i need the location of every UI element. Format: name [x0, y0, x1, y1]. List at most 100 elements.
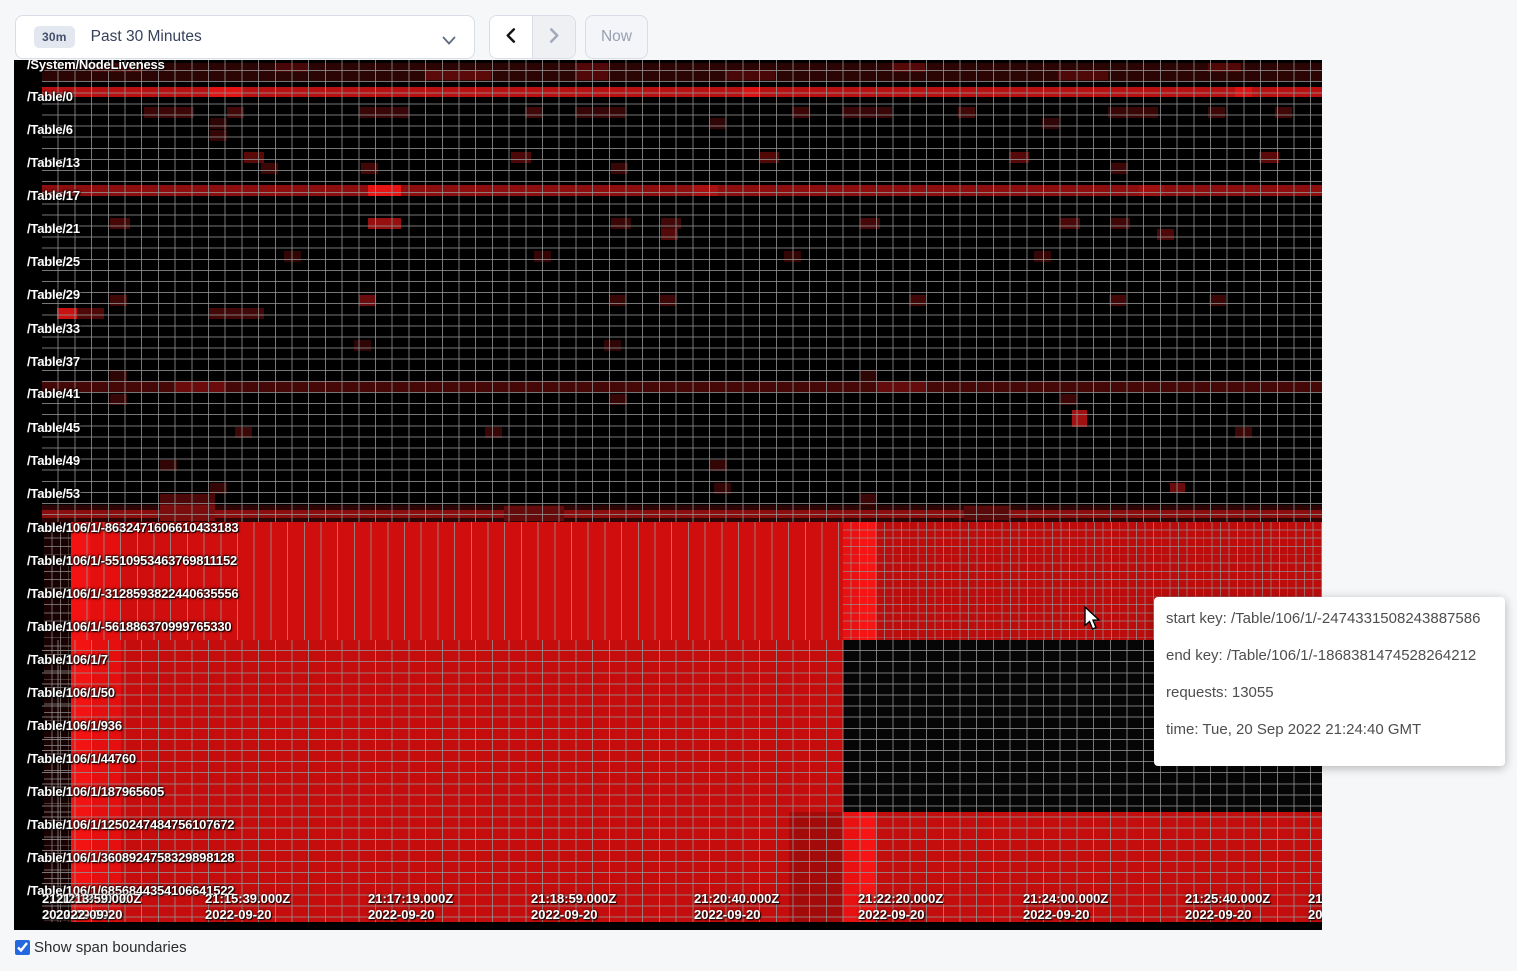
heatmap-cell: [425, 70, 491, 80]
row-label: /Table/106/1/187965605: [27, 784, 164, 800]
next-time-button[interactable]: [533, 16, 575, 58]
heatmap-cell: [1157, 229, 1174, 240]
heatmap-cell: [725, 70, 775, 80]
heatmap-cell: [575, 63, 608, 80]
heatmap-cell: [909, 295, 926, 306]
heatmap-cell: [57, 308, 77, 319]
heatmap-cell: [160, 505, 215, 521]
heatmap-cell: [1235, 427, 1252, 438]
heatmap-cell: [1060, 394, 1077, 405]
heatmap-cell: [1208, 63, 1241, 72]
heatmap-cell: [235, 427, 252, 438]
heatmap-region-warm-columns-below-block: [789, 812, 843, 922]
heatmap-cell: [275, 63, 308, 72]
chevron-right-icon: [546, 27, 561, 47]
heatmap-cell: [609, 295, 626, 306]
heatmap-cell: [110, 394, 127, 405]
heatmap-cell: [261, 163, 278, 174]
key-visualizer-page: { "toolbar": { "time_badge": "30m", "tim…: [0, 0, 1517, 971]
heatmap-cell: [611, 218, 631, 229]
heatmap-cell: [160, 494, 215, 505]
heatmap-cell: [359, 295, 376, 306]
heatmap-cell: [368, 218, 401, 229]
heatmap-cell: [714, 483, 731, 494]
heatmap-region-hot-stripe-mid-top-1: [843, 522, 860, 640]
row-label: /Table/33: [27, 321, 80, 337]
row-label: /Table/41: [27, 386, 80, 402]
time-range-badge: 30m: [34, 26, 75, 48]
row-label: /Table/106/1/44760: [27, 751, 136, 767]
heatmap-region-band-table41-warm: [42, 381, 1322, 392]
heatmap-cell: [661, 229, 678, 240]
heatmap-cell: [860, 218, 880, 229]
heatmap-cell: [534, 251, 551, 262]
heatmap-cell: [860, 370, 877, 381]
heatmap-cell: [661, 218, 681, 229]
heatmap-cell: [1235, 87, 1252, 97]
row-label: /Table/106/1/3608924758329898128: [27, 850, 234, 866]
row-label: /Table/49: [27, 453, 80, 469]
row-label: /Table/25: [27, 254, 80, 270]
row-label: /Table/106/1/936: [27, 718, 122, 734]
heatmap-cell: [504, 506, 564, 521]
heatmap-canvas[interactable]: /System/NodeLiveness/Table/0/Table/6/Tab…: [14, 60, 1322, 930]
tooltip-end-key: end key: /Table/106/1/-18683814745282642…: [1166, 648, 1493, 664]
heatmap-cell: [659, 295, 676, 306]
show-span-boundaries-checkbox[interactable]: [15, 940, 30, 955]
heatmap-cell: [693, 185, 718, 196]
show-span-boundaries-label[interactable]: Show span boundaries: [34, 939, 187, 956]
heatmap-cell: [1109, 295, 1126, 306]
heatmap-cell: [1009, 152, 1029, 163]
x-axis-label: 21:27:20.000Z2022-09-20: [1308, 891, 1322, 923]
heatmap-cell: [575, 107, 625, 118]
tooltip-start-key: start key: /Table/106/1/-247433150824388…: [1166, 611, 1493, 627]
heatmap-cell: [611, 163, 628, 174]
time-range-dropdown[interactable]: 30m Past 30 Minutes: [15, 15, 475, 59]
heatmap-cell: [1208, 107, 1225, 118]
heatmap-cell: [1275, 107, 1292, 118]
heatmap-cell: [876, 381, 926, 392]
prev-time-button[interactable]: [490, 16, 532, 58]
tooltip-requests: requests: 13055: [1166, 685, 1493, 701]
heatmap-cell: [1034, 251, 1051, 262]
x-axis-label: 21:20:40.000Z2022-09-20: [694, 891, 779, 923]
heatmap-cell: [709, 118, 726, 129]
heatmap-cell: [110, 370, 127, 381]
heatmap-tooltip: start key: /Table/106/1/-247433150824388…: [1154, 597, 1505, 766]
now-button[interactable]: Now: [585, 15, 648, 59]
heatmap-cell: [1058, 70, 1108, 80]
heatmap-cell: [1259, 152, 1279, 163]
row-label: /Table/21: [27, 221, 80, 237]
heatmap-cell: [604, 340, 621, 351]
heatmap-cell: [227, 107, 244, 118]
heatmap-cell: [892, 63, 925, 72]
tooltip-time: time: Tue, 20 Sep 2022 21:24:40 GMT: [1166, 722, 1493, 738]
row-label: /Table/53: [27, 486, 80, 502]
heatmap-cell: [759, 152, 779, 163]
heatmap-cell: [77, 308, 104, 319]
span-boundaries-control: Show span boundaries: [15, 939, 187, 956]
heatmap-cell: [610, 394, 627, 405]
x-axis-label: 21:17:19.000Z2022-09-20: [368, 891, 453, 923]
row-label: /Table/106/1/-8632471606610433183: [27, 520, 238, 536]
heatmap-cell: [176, 381, 226, 392]
heatmap-cell: [1060, 218, 1080, 229]
row-label: /Table/6: [27, 122, 73, 138]
heatmap-cell: [361, 163, 378, 174]
heatmap-cell: [485, 427, 502, 438]
heatmap-cell: [284, 251, 301, 262]
heatmap-cell: [1042, 118, 1059, 129]
heatmap-cell: [210, 130, 227, 141]
heatmap-cell: [511, 152, 531, 163]
row-label: /Table/0: [27, 89, 73, 105]
row-label: /Table/106/1/7: [27, 652, 108, 668]
x-axis-label: 21:15:39.000Z2022-09-20: [205, 891, 290, 923]
x-axis-label: 21:22:20.000Z2022-09-20: [858, 891, 943, 923]
heatmap-cell: [244, 152, 264, 163]
heatmap-cell: [1110, 218, 1130, 229]
heatmap-region-hot-zone-fine: [121, 640, 843, 922]
grid-overlay: [42, 60, 1322, 522]
heatmap-cell: [525, 107, 542, 118]
row-label: /Table/106/1/50: [27, 685, 115, 701]
heatmap-cell: [110, 295, 127, 306]
